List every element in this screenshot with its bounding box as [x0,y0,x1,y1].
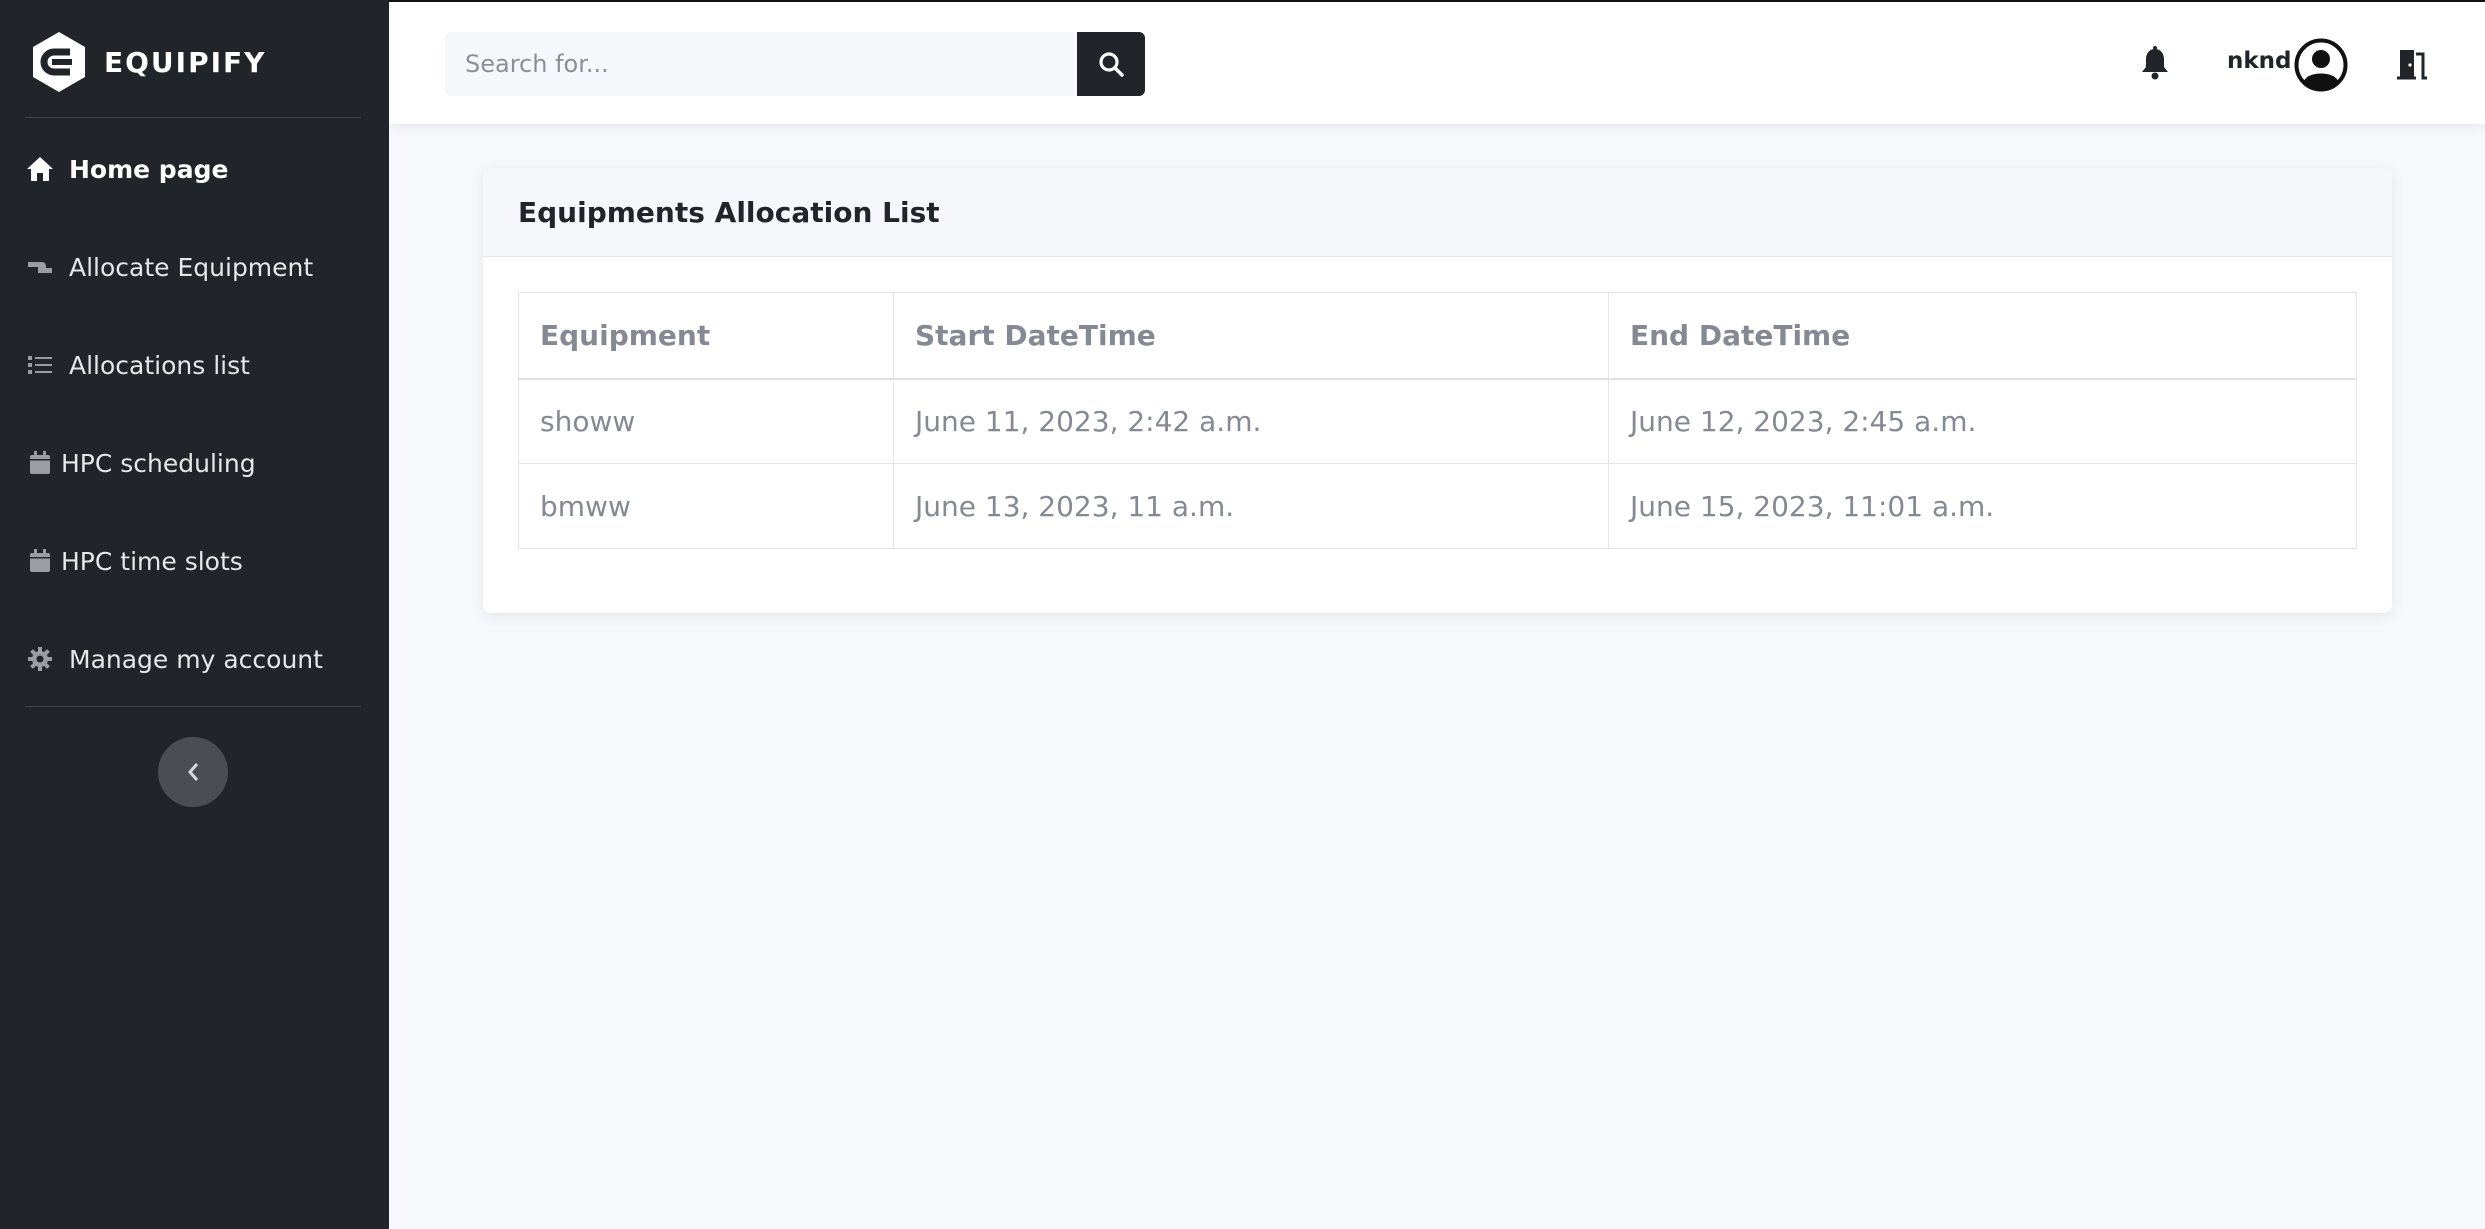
topbar: nknd [389,0,2485,124]
sidebar-collapse-button[interactable] [158,737,228,807]
brand[interactable]: EQUIPIFY [30,30,266,94]
card-title: Equipments Allocation List [518,195,940,229]
sidebar-item-manage-account[interactable]: Manage my account [25,639,323,679]
card-header: Equipments Allocation List [483,168,2392,257]
sidebar-item-label: Home page [69,154,229,184]
gear-icon [25,644,55,674]
sidebar-item-hpc-scheduling[interactable]: HPC scheduling [25,443,256,483]
cell-equipment: bmww [518,463,894,549]
sidebar-item-label: HPC time slots [61,546,243,576]
cell-start-datetime: June 13, 2023, 11 a.m. [893,463,1609,549]
sidebar-item-allocations-list[interactable]: Allocations list [25,345,250,385]
cell-start-datetime: June 11, 2023, 2:42 a.m. [893,378,1609,464]
cell-equipment: showw [518,378,894,464]
sidebar-item-label: Allocate Equipment [69,252,314,282]
home-icon [25,154,55,184]
bell-icon[interactable] [2139,46,2171,80]
hand-holding-icon [25,252,55,282]
chevron-left-icon [188,763,199,781]
sidebar: EQUIPIFY Home page Allocate Equipment Al… [0,0,389,1229]
calendar-icon [25,546,55,576]
username[interactable]: nknd [2227,48,2292,74]
calendar-icon [25,448,55,478]
table-row: bmww June 13, 2023, 11 a.m. June 15, 202… [518,463,2357,549]
sidebar-divider [25,706,361,707]
sidebar-item-hpc-time-slots[interactable]: HPC time slots [25,541,243,581]
brand-name: EQUIPIFY [104,45,267,79]
sidebar-item-home[interactable]: Home page [25,149,228,189]
search-input[interactable] [445,32,1077,96]
column-header-equipment: Equipment [518,292,894,380]
table-header-row: Equipment Start DateTime End DateTime [518,292,2357,380]
allocations-table: Equipment Start DateTime End DateTime sh… [518,292,2357,549]
search-button[interactable] [1077,32,1145,96]
allocation-list-card: Equipments Allocation List Equipment Sta… [483,168,2392,613]
cell-end-datetime: June 15, 2023, 11:01 a.m. [1608,463,2357,549]
logout-door-icon[interactable] [2396,48,2430,80]
sidebar-item-allocate-equipment[interactable]: Allocate Equipment [25,247,313,287]
user-avatar-icon[interactable] [2294,38,2348,92]
equipify-logo-icon [33,32,85,92]
column-header-end-datetime: End DateTime [1608,292,2357,380]
table-row: showw June 11, 2023, 2:42 a.m. June 12, … [518,378,2357,464]
cell-end-datetime: June 12, 2023, 2:45 a.m. [1608,378,2357,464]
sidebar-divider [25,117,361,118]
sidebar-item-label: HPC scheduling [61,448,256,478]
column-header-start-datetime: Start DateTime [893,292,1609,380]
search-icon [1099,52,1124,77]
sidebar-item-label: Allocations list [69,350,250,380]
sidebar-item-label: Manage my account [69,644,323,674]
list-icon [25,350,55,380]
search-bar [445,32,1145,96]
